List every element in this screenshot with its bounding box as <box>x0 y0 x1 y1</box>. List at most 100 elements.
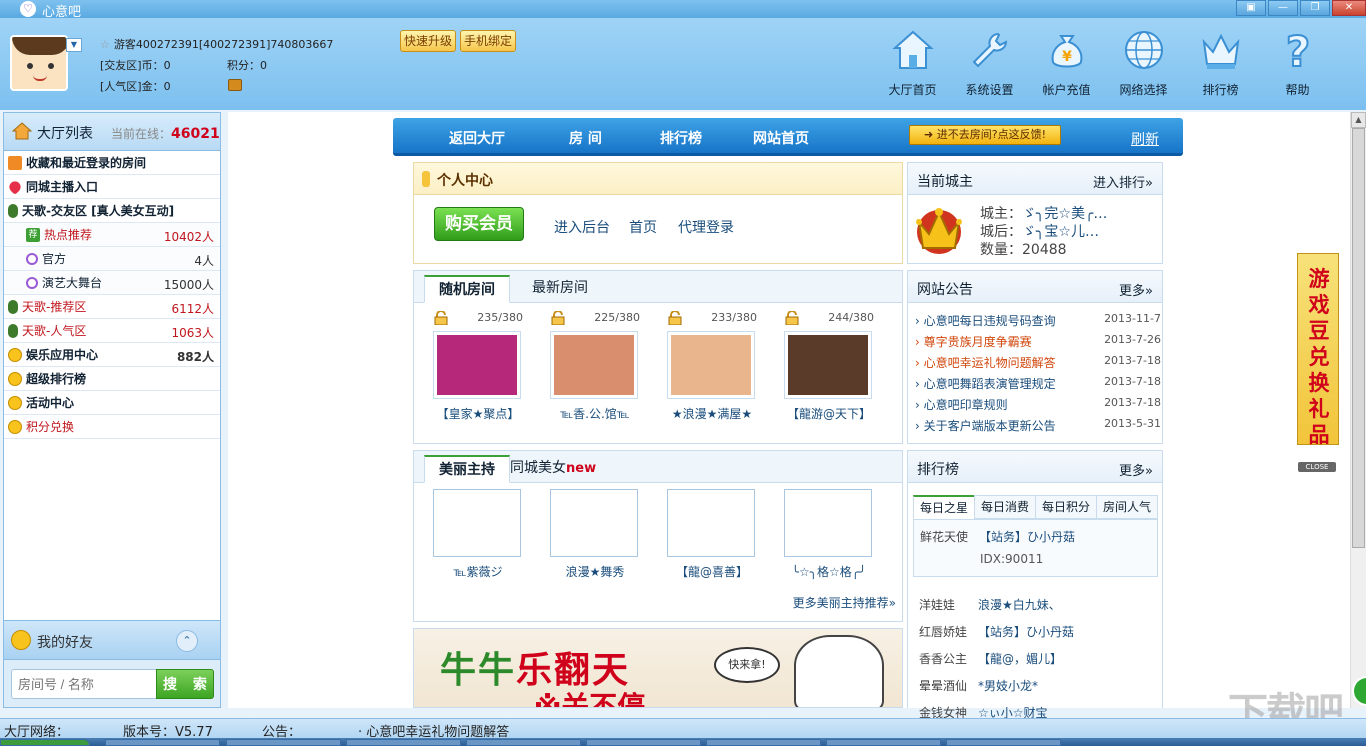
bind-phone-button[interactable]: 手机绑定 <box>460 30 517 52</box>
tab-daily-star[interactable]: 每日之星 <box>913 495 976 519</box>
topnav-network[interactable]: 网络选择 <box>1105 28 1182 98</box>
notice-item[interactable]: › 尊字贵族月度争霸赛 2013-7-26 <box>915 333 1161 350</box>
topnav-settings[interactable]: 系统设置 <box>951 28 1028 98</box>
ranking-row[interactable]: 晕晕酒仙 *男妓小龙* <box>919 677 1038 694</box>
host-name[interactable]: 【龍@喜善】 <box>657 563 767 580</box>
nav-rooms[interactable]: 房 间 <box>569 128 602 148</box>
tab-new-rooms[interactable]: 最新房间 <box>518 275 602 303</box>
search-input[interactable] <box>11 669 157 699</box>
agent-login-link[interactable]: 代理登录 <box>678 217 734 237</box>
ranking-row-value[interactable]: 【龍@，媚儿】 <box>978 650 1062 667</box>
room-thumbnail[interactable] <box>667 331 755 399</box>
skin-icon[interactable]: ▣ <box>1236 0 1266 16</box>
notice-text[interactable]: › 尊字贵族月度争霸赛 <box>915 335 1032 349</box>
notice-text[interactable]: › 关于客户端版本更新公告 <box>915 419 1056 433</box>
notice-item[interactable]: › 心意吧每日违规号码查询 2013-11-7 <box>915 312 1161 329</box>
host-name[interactable]: 浪漫★舞秀 <box>540 563 650 580</box>
minimize-button[interactable]: — <box>1268 0 1298 16</box>
host-name[interactable]: ╰☆╮格☆格╭╯ <box>774 563 884 580</box>
start-button[interactable] <box>0 739 90 746</box>
ranking-row-value[interactable]: 【站务】ひ小丹菇 <box>978 623 1074 640</box>
close-button[interactable]: ✕ <box>1332 0 1366 16</box>
notice-item[interactable]: › 心意吧印章规则 2013-7-18 <box>915 396 1161 413</box>
ranking-top-entry[interactable]: 鲜花天使 【站务】ひ小丹菇 IDX:90011 <box>913 519 1158 577</box>
notice-text[interactable]: › 心意吧印章规则 <box>915 398 1008 412</box>
ranking-more-link[interactable]: 更多» <box>1119 460 1153 479</box>
notice-text[interactable]: › 心意吧舞蹈表演管理规定 <box>915 377 1056 391</box>
topnav-home[interactable]: 大厅首页 <box>874 28 951 98</box>
room-thumbnail[interactable] <box>550 331 638 399</box>
hall-list-item[interactable]: 收藏和最近登录的房间 <box>4 151 220 175</box>
hall-list-item[interactable]: 官方 4人 <box>4 247 220 271</box>
maximize-button[interactable]: ❐ <box>1300 0 1330 16</box>
host-thumbnail[interactable] <box>550 489 638 557</box>
host-name[interactable]: ℡紫薇ジ <box>423 563 533 580</box>
taskbar-item[interactable] <box>466 739 581 746</box>
room-thumbnail[interactable] <box>784 331 872 399</box>
hall-list-item[interactable]: 荐热点推荐 10402人 <box>4 223 220 247</box>
side-ad-close-button[interactable]: CLOSE <box>1298 462 1336 472</box>
notice-item[interactable]: › 心意吧舞蹈表演管理规定 2013-7-18 <box>915 375 1161 392</box>
enter-ranking-link[interactable]: 进入排行» <box>1093 172 1153 191</box>
room-name[interactable]: ★浪漫★满屋★ <box>657 405 767 422</box>
hall-list-item[interactable]: 天歌-人气区 1063人 <box>4 319 220 343</box>
host-thumbnail[interactable] <box>433 489 521 557</box>
hall-list-item[interactable]: 娱乐应用中心 882人 <box>4 343 220 367</box>
friends-bar[interactable]: 我的好友 ⌃ <box>3 620 221 660</box>
feedback-button[interactable]: ➜ 进不去房间?点这反馈! <box>909 125 1061 145</box>
host-thumbnail[interactable] <box>784 489 872 557</box>
promo-banner[interactable]: 牛牛乐翻天 ※关不停 快来拿! <box>413 628 903 708</box>
hall-list-item[interactable]: 天歌-推荐区 6112人 <box>4 295 220 319</box>
taskbar-item[interactable] <box>946 739 1061 746</box>
hall-list-item[interactable]: 演艺大舞台 15000人 <box>4 271 220 295</box>
ranking-row-value[interactable]: *男妓小龙* <box>978 677 1038 694</box>
quick-upgrade-button[interactable]: 快速升级 <box>400 30 457 52</box>
scroll-up-icon[interactable]: ▲ <box>1351 112 1366 128</box>
room-name[interactable]: 【龍游@天下】 <box>774 405 884 422</box>
hall-list-item[interactable]: 天歌-交友区 [真人美女互动] <box>4 199 220 223</box>
notice-item[interactable]: › 心意吧幸运礼物问题解答 2013-7-18 <box>915 354 1161 371</box>
hall-list-item[interactable]: 同城主播入口 <box>4 175 220 199</box>
scroll-thumb[interactable] <box>1352 128 1365 548</box>
taskbar-item[interactable] <box>586 739 701 746</box>
host-thumbnail[interactable] <box>667 489 755 557</box>
tab-room-popularity[interactable]: 房间人气 <box>1096 495 1159 519</box>
avatar[interactable] <box>10 35 68 91</box>
refresh-link[interactable]: 刷新 <box>1131 129 1159 149</box>
treasure-chest-icon[interactable] <box>228 79 242 91</box>
notice-item[interactable]: › 关于客户端版本更新公告 2013-5-31 <box>915 417 1161 434</box>
buy-membership-button[interactable]: 购买会员 <box>434 207 524 241</box>
search-button[interactable]: 搜 索 <box>156 669 214 699</box>
taskbar-item[interactable] <box>105 739 220 746</box>
topnav-help[interactable]: ? 帮助 <box>1259 26 1336 98</box>
backend-link[interactable]: 进入后台 <box>554 217 610 237</box>
room-name[interactable]: 【皇家★聚点】 <box>423 405 533 422</box>
avatar-dropdown-icon[interactable]: ▼ <box>66 38 82 52</box>
collapse-up-icon[interactable]: ⌃ <box>176 630 198 652</box>
notice-text[interactable]: › 心意吧幸运礼物问题解答 <box>915 356 1056 370</box>
ranking-row[interactable]: 香香公主 【龍@，媚儿】 <box>919 650 1062 667</box>
taskbar-item[interactable] <box>346 739 461 746</box>
tab-random-rooms[interactable]: 随机房间 <box>424 275 510 303</box>
room-name[interactable]: ℡香.公.馆℡ <box>540 405 650 422</box>
notice-more-link[interactable]: 更多» <box>1119 280 1153 299</box>
taskbar-item[interactable] <box>226 739 341 746</box>
taskbar-item[interactable] <box>706 739 821 746</box>
hall-list-item[interactable]: 活动中心 <box>4 391 220 415</box>
hall-list-item[interactable]: 超级排行榜 <box>4 367 220 391</box>
nav-rank[interactable]: 排行榜 <box>660 128 702 148</box>
side-ad[interactable]: 游戏豆兑换礼品 <box>1297 253 1339 447</box>
ranking-row[interactable]: 洋娃娃 浪漫★白九妹、 <box>919 596 1061 613</box>
room-thumbnail[interactable] <box>433 331 521 399</box>
nav-back-hall[interactable]: 返回大厅 <box>449 128 505 148</box>
ranking-row-value[interactable]: 浪漫★白九妹、 <box>978 596 1061 613</box>
tab-beautiful-hosts[interactable]: 美丽主持 <box>424 455 510 483</box>
tab-daily-spend[interactable]: 每日消费 <box>974 495 1037 519</box>
notice-text[interactable]: › 心意吧每日违规号码查询 <box>915 314 1056 328</box>
ranking-row[interactable]: 红唇娇娃 【站务】ひ小丹菇 <box>919 623 1074 640</box>
more-hosts-link[interactable]: 更多美丽主持推荐» <box>793 594 896 611</box>
hall-list-item[interactable]: 积分兑换 <box>4 415 220 439</box>
topnav-recharge[interactable]: ¥ 帐户充值 <box>1028 28 1105 98</box>
tab-daily-points[interactable]: 每日积分 <box>1035 495 1098 519</box>
tab-local-girls[interactable]: 同城美女new <box>506 455 600 483</box>
